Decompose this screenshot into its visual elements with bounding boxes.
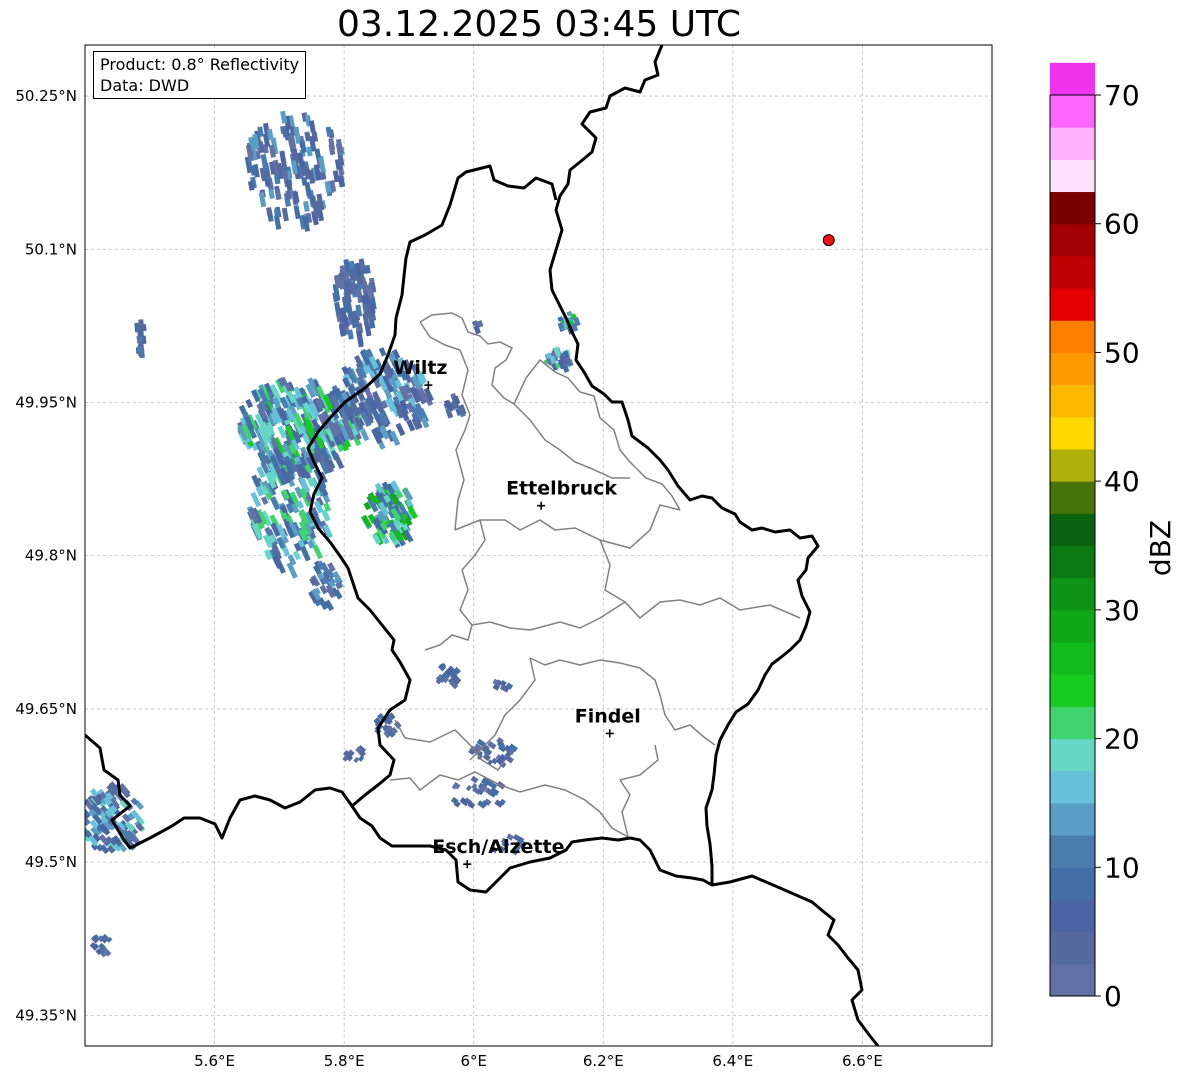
colorbar-swatch xyxy=(1050,288,1095,321)
colorbar-tick-label: 50 xyxy=(1104,336,1140,369)
x-tick-label: 5.8°E xyxy=(324,1052,365,1070)
y-tick-label: 50.25°N xyxy=(15,87,77,105)
y-tick-label: 49.35°N xyxy=(15,1006,77,1024)
echo-cell xyxy=(137,345,144,356)
colorbar-swatch xyxy=(1050,706,1095,740)
colorbar-swatch xyxy=(1050,867,1095,900)
city-label: Wiltz xyxy=(393,357,447,379)
echo-cell xyxy=(314,148,321,159)
colorbar-title: dBZ xyxy=(1144,520,1177,576)
x-tick-label: 6°E xyxy=(460,1052,487,1070)
colorbar-swatch xyxy=(1050,320,1095,353)
echo-cell xyxy=(274,189,282,200)
colorbar-swatch xyxy=(1050,448,1095,482)
radar-map: 5.6°E 5.8°E 6°E 6.2°E 6.4°E 6.6°E 49.35°N 49.5°… xyxy=(15,44,1177,1070)
colorbar-swatch xyxy=(1050,899,1095,933)
x-tick-label: 5.6°E xyxy=(194,1052,235,1070)
colorbar-swatch xyxy=(1050,609,1095,643)
echo-cell xyxy=(504,754,514,764)
colorbar-swatch xyxy=(1050,674,1095,707)
colorbar-swatch xyxy=(1050,127,1095,160)
colorbar-tick-label: 20 xyxy=(1104,723,1140,756)
echo-cell xyxy=(293,205,301,220)
echo-cell xyxy=(280,110,288,124)
colorbar-swatch xyxy=(1050,95,1095,128)
colorbar-swatch xyxy=(1050,191,1095,225)
radar-site-marker xyxy=(822,234,835,247)
y-tick-label: 49.65°N xyxy=(15,700,77,718)
echo-cell xyxy=(470,775,479,784)
echo-cell xyxy=(245,398,254,409)
echo-cell xyxy=(279,150,286,162)
colorbar-swatch xyxy=(1050,513,1095,546)
echo-cell xyxy=(378,347,387,357)
echo-cell xyxy=(308,120,316,133)
info-box: Product: 0.8° Reflectivity Data: DWD xyxy=(93,51,307,99)
echo-cell xyxy=(266,207,273,217)
city-marker: Esch/Alzette xyxy=(432,836,564,869)
echo-cell xyxy=(281,207,289,222)
city-label: Ettelbruck xyxy=(506,478,617,500)
axis-tick-labels: 5.6°E 5.8°E 6°E 6.2°E 6.4°E 6.6°E 49.35°N 49.5°… xyxy=(15,87,883,1070)
city-label: Esch/Alzette xyxy=(432,836,564,858)
echo-cell xyxy=(268,189,275,199)
echo-cell xyxy=(304,131,311,142)
borders-layer xyxy=(85,45,880,1046)
map-frame xyxy=(84,44,993,1047)
colorbar-swatch xyxy=(1050,738,1095,772)
x-tick-label: 6.4°E xyxy=(712,1052,753,1070)
y-tick-label: 49.8°N xyxy=(25,547,77,565)
echo-cell xyxy=(303,200,310,213)
echo-cell xyxy=(138,319,145,330)
city-label: Findel xyxy=(575,705,641,727)
colorbar-tick-label: 30 xyxy=(1104,594,1140,627)
colorbar-swatch xyxy=(1050,770,1095,804)
echo-cell xyxy=(299,545,311,562)
graticule xyxy=(85,45,992,1046)
y-tick-label: 49.95°N xyxy=(15,394,77,412)
colorbar-swatch xyxy=(1050,963,1095,997)
colorbar-tick-label: 40 xyxy=(1104,465,1140,498)
y-tick-label: 49.5°N xyxy=(25,853,77,871)
colorbar-swatch xyxy=(1050,642,1095,675)
colorbar-swatch xyxy=(1050,802,1095,836)
colorbar-tick-label: 0 xyxy=(1104,980,1122,1013)
colorbar-swatch xyxy=(1050,481,1095,514)
colorbar-swatch xyxy=(1050,352,1095,386)
x-tick-label: 6.2°E xyxy=(583,1052,624,1070)
colorbar-swatch xyxy=(1050,416,1095,450)
echo-cell xyxy=(89,942,99,951)
city-marker: Ettelbruck xyxy=(506,478,617,510)
x-tick-label: 6.6°E xyxy=(842,1052,883,1070)
city-marker: Findel xyxy=(575,705,641,738)
colorbar-tick-label: 10 xyxy=(1104,851,1140,884)
echo-cell xyxy=(395,422,406,437)
data-source: Data: DWD xyxy=(100,76,190,95)
y-tick-label: 50.1°N xyxy=(25,240,77,258)
colorbar-swatch xyxy=(1050,931,1095,965)
colorbar-tick-label: 70 xyxy=(1104,79,1140,112)
product-info: Product: 0.8° Reflectivity xyxy=(100,55,300,74)
colorbar-swatch xyxy=(1050,835,1095,868)
colorbar-swatch xyxy=(1050,62,1095,96)
colorbar-tick-label: 60 xyxy=(1104,208,1140,241)
echo-cell xyxy=(466,784,472,792)
echo-cell xyxy=(325,126,333,137)
colorbar-swatch xyxy=(1050,545,1095,579)
canton-border xyxy=(389,312,801,838)
echo-cell xyxy=(353,756,360,764)
reflectivity-layer xyxy=(85,110,581,958)
colorbar-swatch xyxy=(1050,255,1095,289)
colorbar-swatch xyxy=(1050,159,1095,193)
colorbar-swatch xyxy=(1050,384,1095,418)
colorbar-swatch xyxy=(1050,577,1095,611)
colorbar-swatch xyxy=(1050,223,1095,257)
colorbar: 0 10 20 30 40 50 60 70 xyxy=(1049,62,1140,1013)
